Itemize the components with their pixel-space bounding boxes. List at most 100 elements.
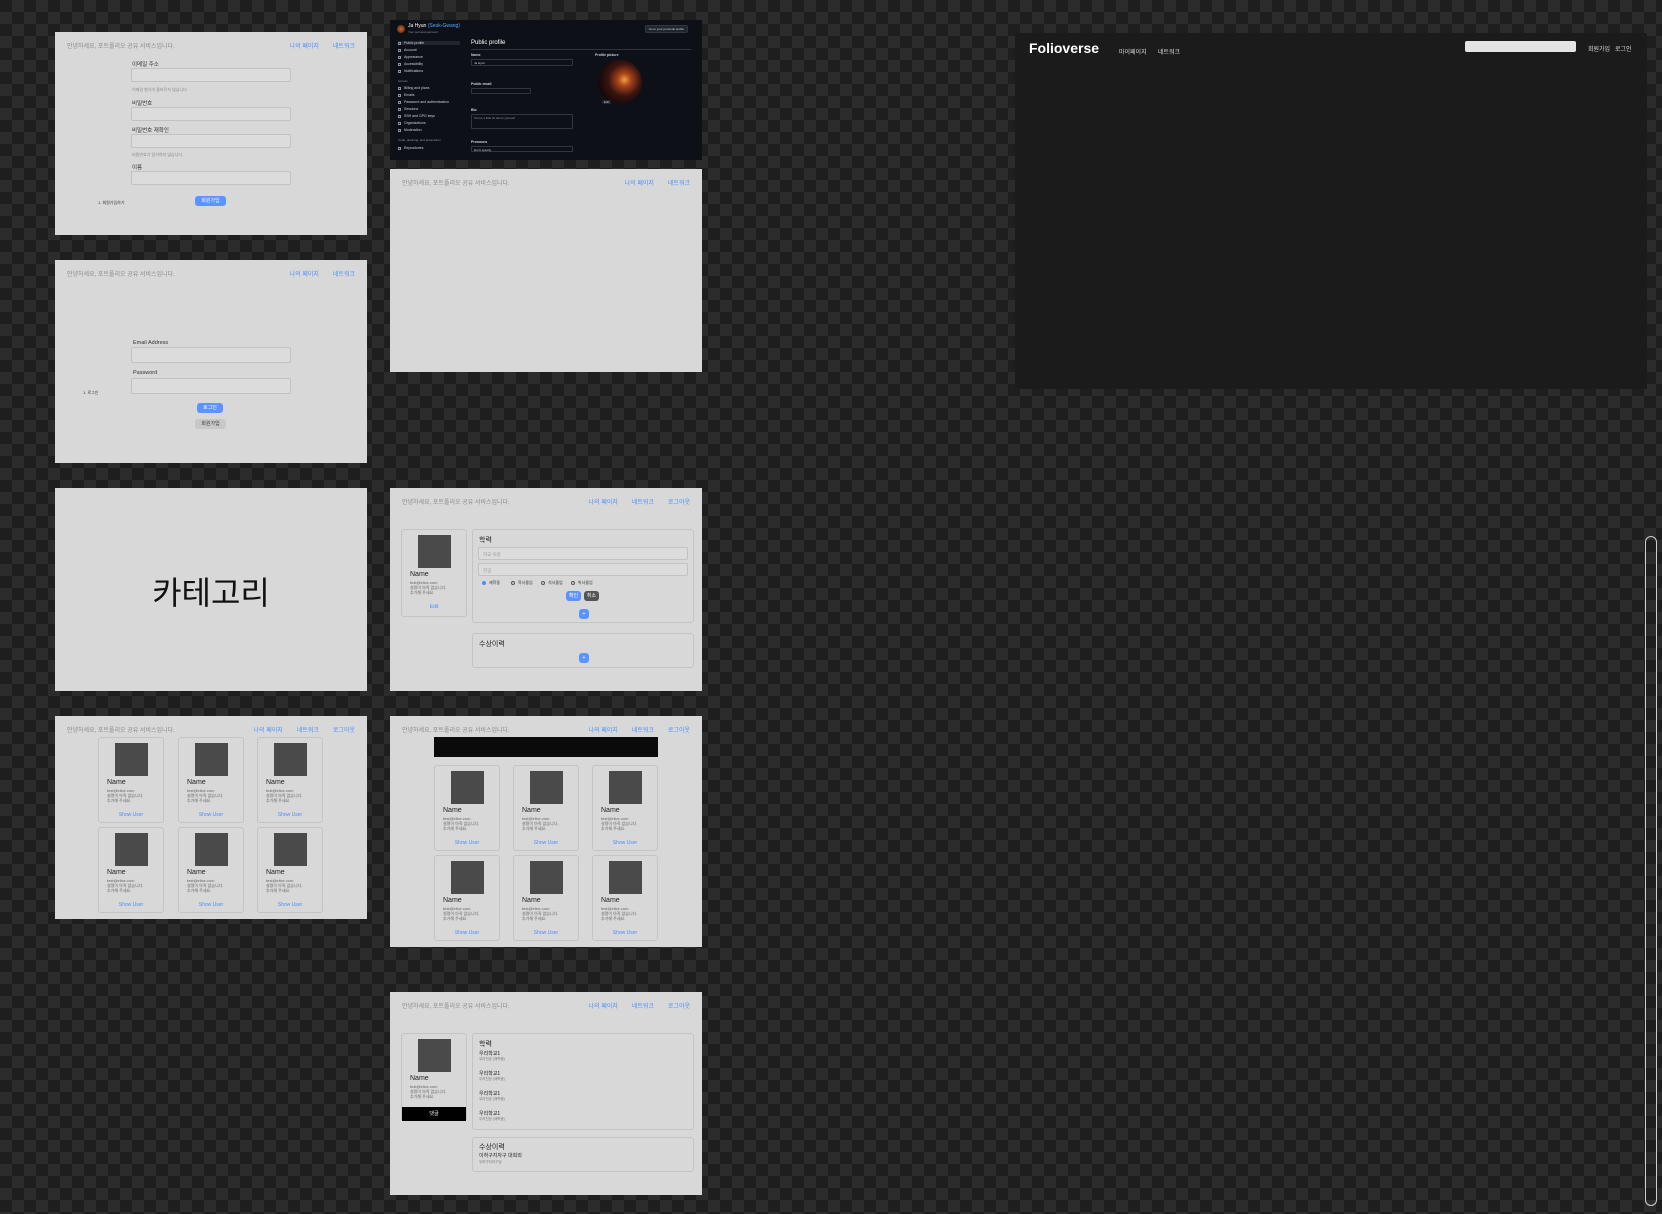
nav-mypage[interactable]: 마이페이지: [1119, 47, 1147, 56]
edit-link[interactable]: Edit: [402, 604, 466, 610]
name-label: Name: [471, 53, 481, 57]
login-password-label: Password: [133, 370, 158, 376]
password-input[interactable]: [131, 107, 291, 121]
show-user-link[interactable]: Show User: [593, 930, 657, 936]
nav-network[interactable]: 네트워크: [333, 269, 355, 278]
edit-picture-button[interactable]: Edit: [602, 100, 612, 104]
show-user-link[interactable]: Show User: [179, 902, 243, 908]
blank-mypage-frame: 안녕하세요, 포트폴리오 공유 서비스입니다. 나의 페이지 네트워크: [390, 169, 702, 372]
login-password-input[interactable]: [131, 378, 291, 394]
radio-bachelor[interactable]: 학사졸업: [511, 580, 533, 586]
greeting: 안녕하세요, 포트폴리오 공유 서비스입니다.: [67, 272, 175, 278]
profile-picture[interactable]: [598, 60, 642, 104]
login-signup-button[interactable]: 회원가입: [195, 419, 226, 429]
nav-network[interactable]: 네트워크: [297, 725, 319, 734]
nav-network[interactable]: 네트워크: [632, 725, 654, 734]
radio-enrolled[interactable]: 재학중: [482, 580, 500, 586]
confirm-button[interactable]: 확인: [566, 591, 581, 601]
award-desc: 우하구지자구입: [479, 1160, 502, 1164]
sidebar-item-password[interactable]: Password and authentication: [398, 100, 449, 104]
email-hint: 이메일 형식이 올바르지 않습니다.: [132, 87, 188, 92]
show-user-link[interactable]: Show User: [258, 812, 322, 818]
comment-button[interactable]: 댓글: [402, 1107, 466, 1121]
nav-mypage[interactable]: 나의 페이지: [290, 269, 319, 278]
sidebar-item-accessibility[interactable]: Accessibility: [398, 62, 423, 66]
folioverse-logo[interactable]: Folioverse: [1029, 40, 1099, 56]
radio-master[interactable]: 석사졸업: [541, 580, 563, 586]
school-name: 우리학교1: [479, 1111, 501, 1117]
nav-mypage[interactable]: 나의 페이지: [589, 725, 618, 734]
nav-mypage[interactable]: 나의 페이지: [254, 725, 283, 734]
nav-network[interactable]: 네트워크: [668, 178, 690, 187]
sidebar-item-sessions[interactable]: Sessions: [398, 107, 418, 111]
nav-logout[interactable]: 로그아웃: [668, 497, 690, 506]
show-user-link[interactable]: Show User: [514, 930, 578, 936]
show-user-link[interactable]: Show User: [99, 902, 163, 908]
education-card: 학력 우리학교1 우리전공 (재학중) 우리학교1 우리전공 (재학중) 우리학…: [472, 1033, 694, 1130]
login-link[interactable]: 로그인: [1615, 44, 1632, 53]
nav-mypage[interactable]: 나의 페이지: [290, 41, 319, 50]
pronouns-label: Pronouns: [471, 140, 488, 144]
sidebar-item-notifications[interactable]: Notifications: [398, 69, 423, 73]
nav-mypage[interactable]: 나의 페이지: [625, 178, 654, 187]
avatar: [609, 861, 642, 894]
show-user-link[interactable]: Show User: [435, 930, 499, 936]
email-input[interactable]: [131, 68, 291, 82]
password-confirm-input[interactable]: [131, 134, 291, 148]
nav-mypage[interactable]: 나의 페이지: [589, 497, 618, 506]
canvas-scrollbar[interactable]: [1645, 536, 1657, 1206]
gh-user-name: Ja Hyun (Seuk-Gwang): [408, 23, 460, 29]
show-user-link[interactable]: Show User: [99, 812, 163, 818]
nav-network[interactable]: 네트워크: [333, 41, 355, 50]
sidebar-item-organizations[interactable]: Organizations: [398, 121, 426, 125]
avatar: [451, 771, 484, 804]
show-user-link[interactable]: Show User: [593, 840, 657, 846]
add-education-button[interactable]: +: [579, 609, 589, 619]
nav-logout[interactable]: 로그아웃: [668, 1001, 690, 1010]
header: 안녕하세요, 포트폴리오 공유 서비스입니다. 나의 페이지 네트워크 로그아웃: [402, 497, 690, 509]
radio-doctor[interactable]: 박사졸업: [571, 580, 593, 586]
greeting: 안녕하세요, 포트폴리오 공유 서비스입니다.: [67, 728, 175, 734]
nav-mypage[interactable]: 나의 페이지: [589, 1001, 618, 1010]
nav-network[interactable]: 네트워크: [1158, 47, 1180, 56]
school-name: 우리학교1: [479, 1091, 501, 1097]
login-button[interactable]: 로그인: [197, 403, 223, 413]
sidebar-item-repositories[interactable]: Repositories: [398, 146, 423, 150]
nav-logout[interactable]: 로그아웃: [333, 725, 355, 734]
search-input[interactable]: [1465, 41, 1576, 52]
name-input[interactable]: [131, 171, 291, 185]
nav-logout[interactable]: 로그아웃: [668, 725, 690, 734]
major-input[interactable]: 전공: [478, 563, 688, 576]
signup-submit-button[interactable]: 회원가입: [195, 196, 226, 206]
add-award-button[interactable]: +: [579, 653, 589, 663]
school-name-input[interactable]: 학교 이름: [478, 547, 688, 560]
bio-textarea[interactable]: Tell us a little bit about yourself: [471, 114, 573, 129]
sidebar-item-public-profile[interactable]: Public profile: [398, 41, 460, 45]
header: 안녕하세요, 포트폴리오 공유 서비스입니다. 나의 페이지 네트워크: [67, 41, 355, 53]
nav-network[interactable]: 네트워크: [632, 1001, 654, 1010]
cancel-button[interactable]: 취소: [584, 591, 599, 601]
nav-network[interactable]: 네트워크: [632, 497, 654, 506]
show-user-link[interactable]: Show User: [435, 840, 499, 846]
sidebar-item-account[interactable]: Account: [398, 48, 417, 52]
public-email-select[interactable]: [471, 88, 531, 94]
signup-link[interactable]: 회원가입: [1588, 44, 1610, 53]
sidebar-item-emails[interactable]: Emails: [398, 93, 415, 97]
login-email-input[interactable]: [131, 347, 291, 363]
sidebar-item-billing[interactable]: Billing and plans: [398, 86, 430, 90]
pronouns-select[interactable]: Don't specify: [471, 146, 573, 152]
goto-profile-button[interactable]: Go to your personal profile: [644, 25, 688, 33]
avatar: [274, 833, 307, 866]
sidebar-item-ssh[interactable]: SSH and GPG keys: [398, 114, 435, 118]
name-input[interactable]: Ja Hyun: [471, 59, 573, 66]
show-user-link[interactable]: Show User: [258, 902, 322, 908]
sidebar-item-moderation[interactable]: Moderation: [398, 128, 422, 132]
show-user-link[interactable]: Show User: [179, 812, 243, 818]
login-frame: 안녕하세요, 포트폴리오 공유 서비스입니다. 나의 페이지 네트워크 Emai…: [55, 260, 367, 463]
school-name: 우리학교1: [479, 1071, 501, 1077]
school-major: 우리전공 (재학중): [479, 1117, 505, 1121]
sidebar-item-appearance[interactable]: Appearance: [398, 55, 423, 59]
greeting: 안녕하세요, 포트폴리오 공유 서비스입니다.: [402, 728, 510, 734]
award-title: 수상이력: [479, 641, 505, 648]
show-user-link[interactable]: Show User: [514, 840, 578, 846]
